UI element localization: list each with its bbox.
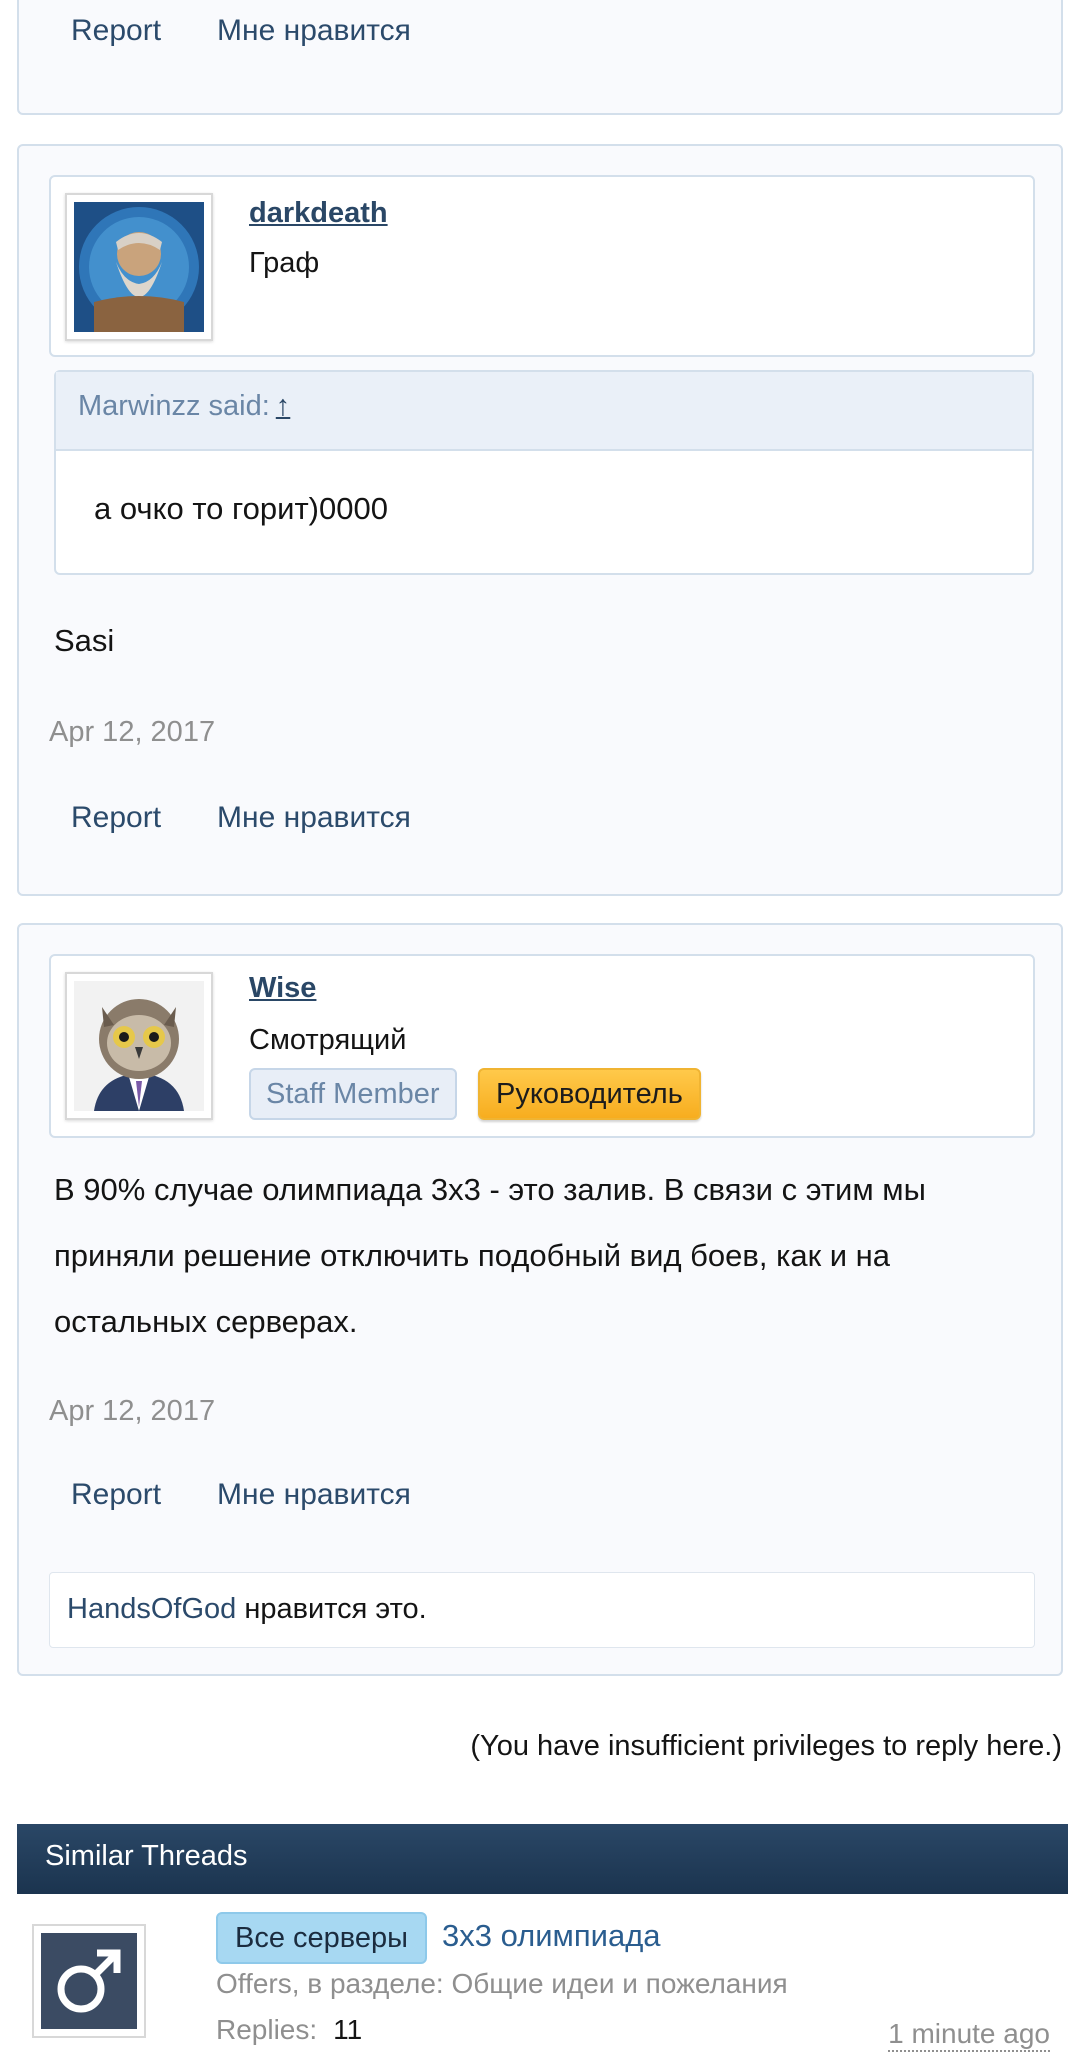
like-link[interactable]: Мне нравится: [217, 1478, 411, 1511]
message-line: приняли решение отключить подобный вид б…: [54, 1238, 891, 1273]
replies-label: Replies:: [216, 2014, 318, 2045]
username-link[interactable]: darkdeath: [249, 197, 388, 230]
avatar-image: [74, 981, 204, 1111]
similar-threads-header: Similar Threads: [17, 1824, 1068, 1894]
thread-replies: Replies: 11: [216, 2014, 362, 2046]
thread-icon-frame[interactable]: [32, 1924, 146, 2038]
like-link[interactable]: Мне нравится: [217, 801, 411, 834]
quote-header: Marwinzz said: ↑: [56, 372, 1032, 451]
thread-time: 1 minute ago: [888, 2018, 1050, 2052]
likes-summary: HandsOfGod нравится это.: [49, 1572, 1035, 1648]
user-info-block: Wise Смотрящий Staff Member Руководитель: [49, 954, 1035, 1138]
thread-title-link[interactable]: 3х3 олимпиада: [442, 1918, 661, 1954]
user-info-block: darkdeath Граф: [49, 175, 1035, 357]
staff-member-badge: Staff Member: [249, 1068, 457, 1120]
user-title: Смотрящий: [249, 1024, 407, 1056]
thread-meta: Offers, в разделе: Общие идеи и пожелани…: [216, 1968, 788, 1999]
message-line: остальных серверах.: [54, 1304, 358, 1339]
role-badge: Руководитель: [478, 1068, 701, 1120]
post-actions: Report Мне нравится: [71, 14, 467, 48]
username-link[interactable]: Wise: [249, 972, 316, 1005]
post-message: Sasi: [54, 623, 115, 658]
post-darkdeath: darkdeath Граф Marwinzz said: ↑ а очко то…: [17, 144, 1063, 896]
user-title: Граф: [249, 247, 320, 279]
replies-count: 11: [333, 2014, 363, 2045]
post-date[interactable]: Apr 12, 2017: [49, 1395, 215, 1428]
report-link[interactable]: Report: [71, 801, 161, 834]
quote-text: а очко то горит)0000: [94, 491, 388, 526]
thread-prefix-badge[interactable]: Все серверы: [216, 1912, 427, 1964]
male-symbol-icon: [41, 1933, 137, 2029]
post-actions: Report Мне нравится: [71, 801, 467, 835]
report-link[interactable]: Report: [71, 1478, 161, 1511]
like-link[interactable]: Мне нравится: [217, 14, 411, 47]
quote-author: Marwinzz said:: [78, 390, 270, 422]
post-wise: Wise Смотрящий Staff Member Руководитель…: [17, 923, 1063, 1676]
avatar[interactable]: [65, 972, 213, 1120]
post-message: В 90% случае олимпиада 3х3 - это залив. …: [54, 1157, 926, 1355]
message-line: В 90% случае олимпиада 3х3 - это залив. …: [54, 1172, 926, 1207]
post-previous: Report Мне нравится: [17, 0, 1063, 115]
avatar-image: [74, 202, 204, 332]
likes-text: нравится это.: [236, 1593, 427, 1625]
post-date[interactable]: Apr 12, 2017: [49, 716, 215, 749]
report-link[interactable]: Report: [71, 14, 161, 47]
reply-privileges-notice: (You have insufficient privileges to rep…: [470, 1730, 1062, 1762]
post-actions: Report Мне нравится: [71, 1478, 467, 1512]
liker-user-link[interactable]: HandsOfGod: [67, 1593, 236, 1625]
quote-block: Marwinzz said: ↑ а очко то горит)0000: [54, 370, 1034, 575]
avatar[interactable]: [65, 193, 213, 341]
quote-jump-link[interactable]: ↑: [276, 390, 291, 422]
